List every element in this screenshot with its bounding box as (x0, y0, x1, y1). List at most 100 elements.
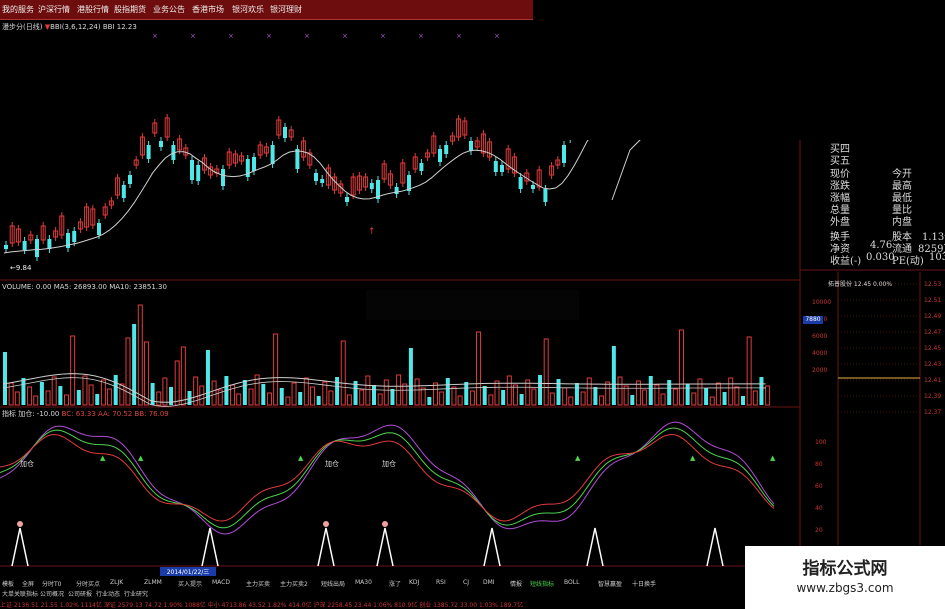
volume-bar (605, 381, 611, 406)
volume-bar (623, 385, 629, 406)
volume-bar (303, 377, 309, 406)
candle-body (320, 179, 325, 183)
volume-bar (33, 395, 39, 406)
volume-bar (586, 377, 592, 406)
volume-bar (562, 387, 568, 406)
volume-bar (746, 336, 752, 406)
volume-bar (273, 333, 279, 406)
signal-spike (11, 527, 29, 567)
candle-body (97, 223, 101, 235)
indicator-panel-header: 指标 加仓: -10.00 BC: 63.33 AA: 70.52 BB: 76… (2, 410, 169, 418)
volume-bar (242, 380, 247, 405)
tab-item[interactable]: 情报 (510, 579, 522, 588)
secondary-tab-bar: 大单 关联指标 公司概况 公司研报 行业动态 行业研究 (0, 589, 300, 598)
volume-bar (211, 380, 217, 406)
tab-item[interactable]: ZLJK (110, 579, 123, 586)
tab-item[interactable]: 买入提示 (178, 579, 202, 588)
tab-item[interactable]: 分时买点 (76, 579, 100, 588)
volume-bar (704, 388, 709, 405)
candle-body (35, 239, 39, 257)
volume-bar (759, 377, 764, 405)
top-marker: × (342, 32, 348, 40)
volume-bar (543, 338, 549, 406)
tab-item[interactable]: 公司概况 (40, 589, 64, 598)
volume-bar (611, 346, 616, 405)
volume-bar (501, 390, 506, 405)
tab-item[interactable]: 公司研报 (68, 589, 92, 598)
volume-bar (359, 389, 365, 406)
low-price-marker: ←9.84 (10, 264, 32, 272)
tab-item[interactable]: 关联指标 (14, 589, 38, 598)
volume-bar (512, 384, 518, 406)
signal-marker: ▲ (770, 454, 776, 462)
watermark: 指标公式网 www.zbgs3.com (745, 546, 945, 609)
tab-item[interactable]: RSI (436, 579, 446, 586)
tab-item[interactable]: DMI (483, 579, 495, 586)
signal-spike (586, 527, 604, 567)
volume-bar (715, 382, 721, 406)
volume-bar (174, 360, 180, 406)
volume-bar (285, 396, 291, 406)
volume-bar (469, 390, 475, 406)
tab-item[interactable]: 主力买卖2 (280, 579, 308, 588)
watermark-url: www.zbgs3.com (796, 581, 894, 595)
market-status-line: 上证 2136.51 21.55 1.02% 1114亿 深证 2579.13 … (0, 602, 524, 609)
candle-body (444, 145, 449, 154)
volume-bar (82, 375, 88, 406)
candle-body (518, 177, 523, 189)
tab-item[interactable]: 主力买卖 (246, 579, 270, 588)
tab-item[interactable]: 智慧赢盈 (598, 579, 622, 588)
tab-item[interactable]: 全屏 (22, 579, 34, 588)
tab-item[interactable]: 大单 (2, 589, 14, 598)
volume-bar (316, 396, 321, 405)
volume-bar (137, 304, 143, 406)
pe-label: PE(动) (892, 256, 924, 267)
tab-item[interactable]: 分时T0 (42, 579, 61, 588)
signal-marker: ▲ (298, 454, 304, 462)
signal-marker: ▲ (690, 454, 696, 462)
volume-bar (660, 393, 666, 406)
tab-item[interactable]: 模板 (2, 579, 14, 588)
tab-item[interactable]: 十日换手 (632, 579, 656, 588)
mini-chart-tick: 12.53 (924, 281, 941, 288)
tab-item[interactable]: MA30 (355, 579, 372, 586)
volume-bar (593, 387, 598, 405)
volume-bar (39, 382, 44, 405)
volume-panel-header: VOLUME: 0.00 MA5: 26893.00 MA10: 23851.3… (2, 283, 167, 291)
volume-bar (414, 378, 420, 406)
volume-bar (27, 386, 33, 406)
tab-item[interactable]: ZLMM (144, 579, 162, 586)
volume-bar (617, 376, 623, 406)
volume-bar (765, 385, 771, 406)
tab-item[interactable]: 短线指标 (530, 579, 554, 588)
tab-item[interactable]: BOLL (564, 579, 579, 586)
volume-bar (3, 352, 7, 405)
tab-item[interactable]: 行业研究 (124, 589, 148, 598)
volume-tick: 6000 (812, 333, 827, 340)
indicator-tick: 100 (815, 439, 827, 446)
tab-item[interactable]: 短线出局 (321, 579, 345, 588)
volume-bar (580, 391, 586, 406)
volume-bar (383, 379, 389, 406)
volume-bar (531, 388, 537, 406)
signal-spike (317, 527, 335, 567)
mini-chart-tick: 12.49 (924, 313, 941, 320)
mini-chart-tick: 12.41 (924, 377, 941, 384)
volume-bar (64, 394, 69, 406)
volume-bar (279, 388, 284, 405)
volume-bar (70, 335, 76, 406)
candle-body (252, 157, 256, 171)
tab-item[interactable]: MACD (212, 579, 230, 586)
tab-item[interactable]: KDJ (409, 579, 419, 586)
volume-bar (51, 376, 57, 406)
signal-dot (17, 521, 23, 527)
tab-item[interactable]: CJ (463, 579, 469, 586)
tab-item[interactable]: 行业动态 (96, 589, 120, 598)
mini-chart-tick: 12.43 (924, 361, 941, 368)
volume-bar (642, 389, 648, 406)
obscured-region-2 (366, 290, 579, 320)
tab-item[interactable]: 涨了 (389, 579, 401, 588)
signal-spike (706, 527, 724, 567)
volume-bar (574, 383, 579, 405)
candle-body (47, 239, 52, 249)
